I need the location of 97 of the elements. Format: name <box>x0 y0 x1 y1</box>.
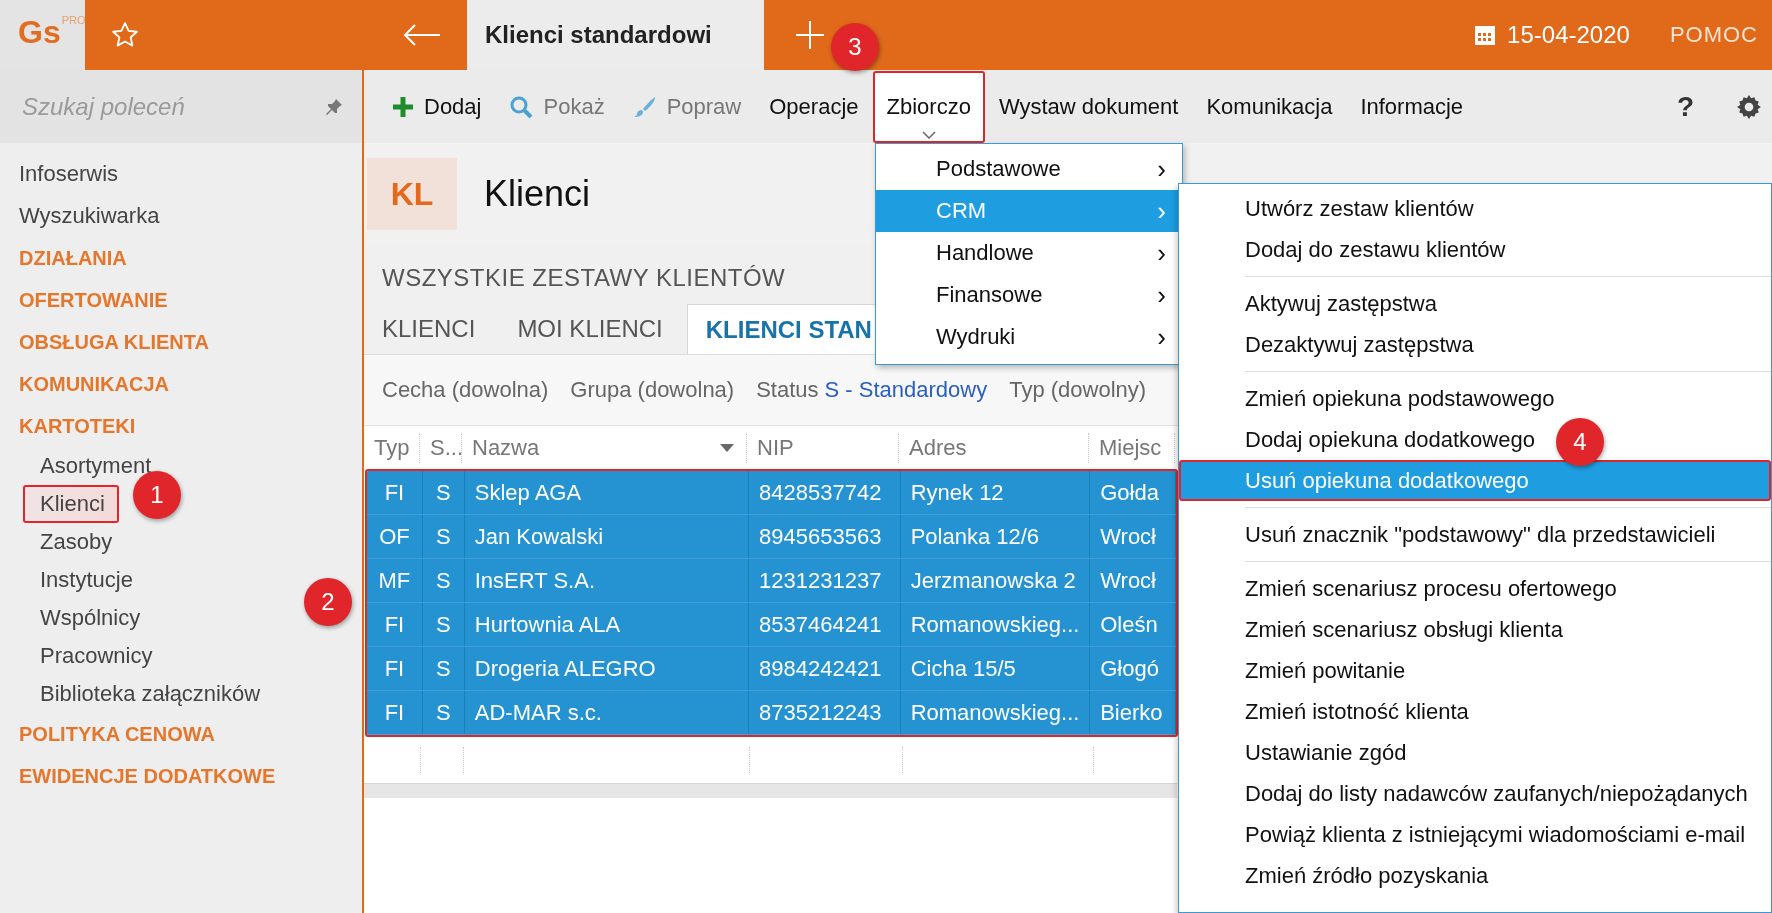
table-cell: S <box>422 691 465 734</box>
table-cell: S <box>422 471 465 514</box>
pin-icon[interactable] <box>324 96 344 117</box>
table-cell: AD-MAR s.c. <box>464 691 750 734</box>
search-field[interactable]: Szukaj poleceń <box>0 70 362 143</box>
table-cell: MF <box>367 559 423 602</box>
table-cell: Hurtownia ALA <box>464 603 750 646</box>
table-cell: Rynek 12 <box>900 471 1091 514</box>
table-cell: Romanowskieg... <box>900 691 1091 734</box>
table-cell: 8735212243 <box>749 691 901 734</box>
filter-link[interactable]: Grupa (dowolna) <box>570 377 735 403</box>
caret-icon <box>921 130 936 139</box>
column-header[interactable]: Miejsc <box>1089 432 1175 463</box>
menu-item[interactable]: Podstawowe › <box>876 148 1182 190</box>
menu-item[interactable]: Zmień opiekuna podstawowego <box>1179 378 1565 419</box>
scrollbar[interactable] <box>364 783 1177 798</box>
table-cell: S <box>422 603 465 646</box>
table-cell: Sklep AGA <box>464 471 750 514</box>
brush-icon <box>632 94 657 119</box>
table-cell: 8984242421 <box>749 647 901 690</box>
section-title: WSZYSTKIE ZESTAWY KLIENTÓW <box>381 264 787 292</box>
tab[interactable]: KLIENCI <box>364 304 498 354</box>
sidebar-item[interactable]: Pracownicy <box>23 637 167 675</box>
settings-icon[interactable] <box>1736 93 1762 120</box>
sidebar-item[interactable]: Wspólnicy <box>23 599 155 637</box>
table-cell: S <box>422 559 465 602</box>
sidebar-item[interactable]: Biblioteka załączników <box>23 675 275 713</box>
toolbar-button[interactable]: Operacje <box>755 71 873 142</box>
tab[interactable]: MOI KLIENCI <box>499 304 685 354</box>
table-cell: FI <box>367 471 423 514</box>
table-cell: Bierko <box>1090 691 1176 734</box>
menu-item[interactable]: Dodaj do listy nadawców zaufanych/niepożądanych <box>1179 773 1758 814</box>
table-cell: Oleśn <box>1090 603 1176 646</box>
plus-icon <box>392 95 414 118</box>
menu-item[interactable]: Dezaktywuj zastępstwa <box>1179 324 1484 365</box>
star-icon[interactable] <box>110 20 140 50</box>
sidebar-link[interactable]: Wyszukiwarka <box>0 195 362 237</box>
module-badge: KL <box>367 158 457 230</box>
sidebar-link[interactable]: Infoserwis <box>0 153 362 195</box>
menu-item[interactable]: Ustawianie zgód <box>1179 732 1417 773</box>
table-cell: Cicha 15/5 <box>900 647 1091 690</box>
menu-item[interactable]: Dodaj opiekuna dodatkowego <box>1179 419 1545 460</box>
search-input[interactable]: Szukaj poleceń <box>20 91 324 122</box>
table-cell: Wrocł <box>1090 559 1176 602</box>
toolbar-button[interactable]: Komunikacja <box>1192 71 1347 142</box>
toolbar-button[interactable]: Wystaw dokument <box>984 71 1193 142</box>
sidebar-item[interactable]: Klienci <box>23 485 119 523</box>
sidebar-item[interactable]: Zasoby <box>23 523 127 561</box>
table-cell: 1231231237 <box>749 559 901 602</box>
help-button[interactable]: ? <box>1676 90 1694 123</box>
filter-link[interactable]: Typ (dowolny) <box>1009 377 1147 403</box>
table-cell: 8945653563 <box>749 515 901 558</box>
column-header[interactable]: Nazwa <box>462 432 747 463</box>
menu-item[interactable]: Handlowe › <box>876 232 1182 274</box>
menu-item[interactable]: Powiąż klienta z istniejącymi wiadomościami e-mail <box>1179 814 1756 855</box>
table-cell: Drogeria ALEGRO <box>464 647 750 690</box>
toolbar-button[interactable]: Informacje <box>1346 71 1478 142</box>
table-cell: OF <box>367 515 423 558</box>
sidebar-item[interactable]: Instytucje <box>23 561 147 599</box>
column-header[interactable]: S... <box>420 432 462 463</box>
table-cell: Jerzmanowska 2 <box>900 559 1091 602</box>
table-cell: FI <box>367 603 423 646</box>
table-cell: FI <box>367 647 423 690</box>
table-cell: Polanka 12/6 <box>900 515 1091 558</box>
plus-icon[interactable] <box>794 19 826 51</box>
table-cell: 8537464241 <box>749 603 901 646</box>
table-cell: Gołda <box>1090 471 1176 514</box>
table-cell: S <box>422 647 465 690</box>
menu-item[interactable]: Zmień scenariusz procesu ofertowego <box>1179 568 1627 609</box>
column-header[interactable]: NIP <box>747 432 899 463</box>
menu-item[interactable]: Zmień powitanie <box>1179 650 1416 691</box>
menu-item[interactable]: Dodaj do zestawu klientów <box>1179 229 1516 270</box>
table-cell: FI <box>367 691 423 734</box>
filter-link[interactable]: Status S - Standardowy <box>756 377 988 403</box>
menu-item[interactable]: Zmień istotność klienta <box>1179 691 1479 732</box>
table-cell: Wrocł <box>1090 515 1176 558</box>
page-title: Klienci <box>484 173 591 215</box>
sort-icon <box>720 443 734 452</box>
table-cell: Romanowskieg... <box>900 603 1091 646</box>
menu-item[interactable]: Utwórz zestaw klientów <box>1179 188 1484 229</box>
document-tab[interactable]: Klienci standardowi <box>467 0 764 70</box>
table-cell: S <box>422 515 465 558</box>
menu-item[interactable]: Zmień źródło pozyskania <box>1179 855 1499 896</box>
table-cell: Jan Kowalski <box>464 515 750 558</box>
table-cell: Głogó <box>1090 647 1176 690</box>
toolbar-button[interactable]: Zbiorczo <box>872 70 985 143</box>
back-arrow-icon[interactable] <box>402 23 442 47</box>
search-icon <box>509 94 534 119</box>
table-cell: InsERT S.A. <box>464 559 750 602</box>
toolbar-button[interactable]: Dodaj <box>378 71 496 142</box>
table-cell: 8428537742 <box>749 471 901 514</box>
filter-link[interactable]: Cecha (dowolna) <box>382 377 549 403</box>
menu-item[interactable]: Usuń znacznik "podstawowy" dla przedstawicieli <box>1179 514 1726 555</box>
menu-item[interactable]: Zmień scenariusz obsługi klienta <box>1179 609 1573 650</box>
menu-item[interactable]: Aktywuj zastępstwa <box>1179 283 1447 324</box>
column-header[interactable]: Adres <box>899 432 1089 463</box>
column-header[interactable]: Typ <box>364 432 420 463</box>
